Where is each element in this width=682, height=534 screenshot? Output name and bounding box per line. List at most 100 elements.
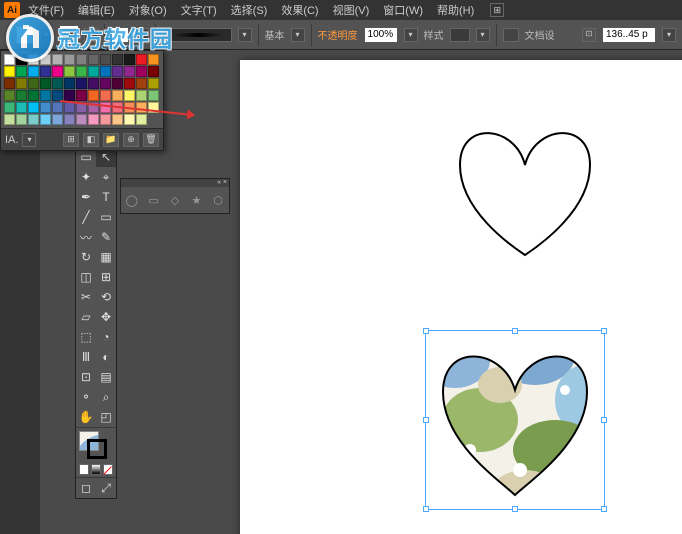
tool-25[interactable]: ⌕ bbox=[96, 387, 116, 407]
swatch-46[interactable] bbox=[88, 90, 99, 101]
shape-options-header[interactable]: « × bbox=[121, 179, 229, 187]
tool-17[interactable]: ✥ bbox=[96, 307, 116, 327]
swatch-32[interactable] bbox=[76, 78, 87, 89]
tool-23[interactable]: ▤ bbox=[96, 367, 116, 387]
swatch-kind-dropdown[interactable]: ▾ bbox=[22, 133, 36, 147]
swatch-38[interactable] bbox=[148, 78, 159, 89]
tool-6[interactable]: ╱ bbox=[76, 207, 96, 227]
swatch-66[interactable] bbox=[16, 114, 27, 125]
layout-icon[interactable]: ⊞ bbox=[490, 3, 504, 17]
opacity-dropdown[interactable]: ▾ bbox=[404, 28, 418, 42]
tool-18[interactable]: ⬚ bbox=[76, 327, 96, 347]
swatch-40[interactable] bbox=[16, 90, 27, 101]
style-dropdown[interactable]: ▾ bbox=[291, 28, 305, 42]
swatches-panel[interactable]: IA. ▾ ⊞ ◧ 📁 ⊕ 🗑 bbox=[0, 50, 164, 151]
selection-handle-ne[interactable] bbox=[601, 328, 607, 334]
color-mode-solid[interactable] bbox=[79, 464, 89, 475]
tool-3[interactable]: ⌖ bbox=[96, 167, 116, 187]
coord-dropdown[interactable]: ▾ bbox=[662, 28, 676, 42]
color-mode-none[interactable] bbox=[103, 464, 113, 475]
coord-input[interactable] bbox=[602, 27, 656, 43]
swatch-44[interactable] bbox=[64, 90, 75, 101]
tool-10[interactable]: ↻ bbox=[76, 247, 96, 267]
menu-select[interactable]: 选择(S) bbox=[225, 0, 274, 20]
swatch-73[interactable] bbox=[100, 114, 111, 125]
new-group-icon[interactable]: 📁 bbox=[103, 133, 119, 147]
screen-mode-normal-icon[interactable]: ◻ bbox=[76, 478, 96, 498]
swatch-21[interactable] bbox=[100, 66, 111, 77]
swatch-70[interactable] bbox=[64, 114, 75, 125]
swatch-51[interactable] bbox=[148, 90, 159, 101]
swatch-17[interactable] bbox=[52, 66, 63, 77]
tool-14[interactable]: ✂ bbox=[76, 287, 96, 307]
swatch-14[interactable] bbox=[16, 66, 27, 77]
toolbox[interactable]: × ▭↖✦⌖✒T╱▭〰✎↻▦◫⊞✂⟲▱✥⬚◔Ⅲ◐⊡▤⚬⌕✋◰ ◻ ⤢ bbox=[75, 138, 117, 499]
selection-handle-sw[interactable] bbox=[423, 506, 429, 512]
swatch-16[interactable] bbox=[40, 66, 51, 77]
color-mode-gradient[interactable] bbox=[91, 464, 101, 475]
tool-13[interactable]: ⊞ bbox=[96, 267, 116, 287]
swatch-25[interactable] bbox=[148, 66, 159, 77]
tool-11[interactable]: ▦ bbox=[96, 247, 116, 267]
shape-option-2[interactable]: ◇ bbox=[168, 193, 182, 207]
shape-option-0[interactable]: ◯ bbox=[125, 193, 139, 207]
swatch-53[interactable] bbox=[16, 102, 27, 113]
swatch-20[interactable] bbox=[88, 66, 99, 77]
selection-handle-se[interactable] bbox=[601, 506, 607, 512]
menu-view[interactable]: 视图(V) bbox=[327, 0, 376, 20]
brush-dropdown[interactable]: ▾ bbox=[238, 28, 252, 42]
swatch-22[interactable] bbox=[112, 66, 123, 77]
shape-option-1[interactable]: ▭ bbox=[146, 193, 160, 207]
swatch-27[interactable] bbox=[16, 78, 27, 89]
swatch-52[interactable] bbox=[4, 102, 15, 113]
swatch-24[interactable] bbox=[136, 66, 147, 77]
tool-15[interactable]: ⟲ bbox=[96, 287, 116, 307]
swatch-75[interactable] bbox=[124, 114, 135, 125]
swatch-options-icon[interactable]: ◧ bbox=[83, 133, 99, 147]
docsetup-label[interactable]: 文档设 bbox=[525, 27, 555, 42]
selection-handle-n[interactable] bbox=[512, 328, 518, 334]
selection-bounding-box[interactable] bbox=[425, 330, 605, 510]
swatch-68[interactable] bbox=[40, 114, 51, 125]
swatch-48[interactable] bbox=[112, 90, 123, 101]
tool-22[interactable]: ⊡ bbox=[76, 367, 96, 387]
swatch-36[interactable] bbox=[124, 78, 135, 89]
shape-option-4[interactable]: ⬡ bbox=[211, 193, 225, 207]
swatch-67[interactable] bbox=[28, 114, 39, 125]
swatch-29[interactable] bbox=[40, 78, 51, 89]
swatch-18[interactable] bbox=[64, 66, 75, 77]
graphic-style-swatch[interactable] bbox=[450, 28, 470, 42]
swatch-libraries-icon[interactable]: ⊞ bbox=[63, 133, 79, 147]
swatch-74[interactable] bbox=[112, 114, 123, 125]
tool-19[interactable]: ◔ bbox=[96, 327, 116, 347]
menu-type[interactable]: 文字(T) bbox=[175, 0, 223, 20]
selection-handle-nw[interactable] bbox=[423, 328, 429, 334]
heart-shape-filled-group[interactable] bbox=[425, 330, 605, 510]
tool-26[interactable]: ✋ bbox=[76, 407, 96, 427]
swatch-35[interactable] bbox=[112, 78, 123, 89]
swatch-65[interactable] bbox=[4, 114, 15, 125]
tool-5[interactable]: T bbox=[96, 187, 116, 207]
swatch-56[interactable] bbox=[52, 102, 63, 113]
stroke-proxy[interactable] bbox=[87, 439, 107, 459]
menu-window[interactable]: 窗口(W) bbox=[377, 0, 429, 20]
swatch-37[interactable] bbox=[136, 78, 147, 89]
swatch-69[interactable] bbox=[52, 114, 63, 125]
swatch-39[interactable] bbox=[4, 90, 15, 101]
swatch-47[interactable] bbox=[100, 90, 111, 101]
swatch-13[interactable] bbox=[4, 66, 15, 77]
selection-handle-w[interactable] bbox=[423, 417, 429, 423]
selection-handle-s[interactable] bbox=[512, 506, 518, 512]
new-swatch-icon[interactable]: ⊕ bbox=[123, 133, 139, 147]
swatch-76[interactable] bbox=[136, 114, 147, 125]
swatch-23[interactable] bbox=[124, 66, 135, 77]
swatch-55[interactable] bbox=[40, 102, 51, 113]
swatch-33[interactable] bbox=[88, 78, 99, 89]
selection-handle-e[interactable] bbox=[601, 417, 607, 423]
swatch-19[interactable] bbox=[76, 66, 87, 77]
menu-effect[interactable]: 效果(C) bbox=[275, 0, 324, 20]
tool-27[interactable]: ◰ bbox=[96, 407, 116, 427]
tool-4[interactable]: ✒ bbox=[76, 187, 96, 207]
swatch-54[interactable] bbox=[28, 102, 39, 113]
artboard[interactable] bbox=[240, 60, 682, 534]
